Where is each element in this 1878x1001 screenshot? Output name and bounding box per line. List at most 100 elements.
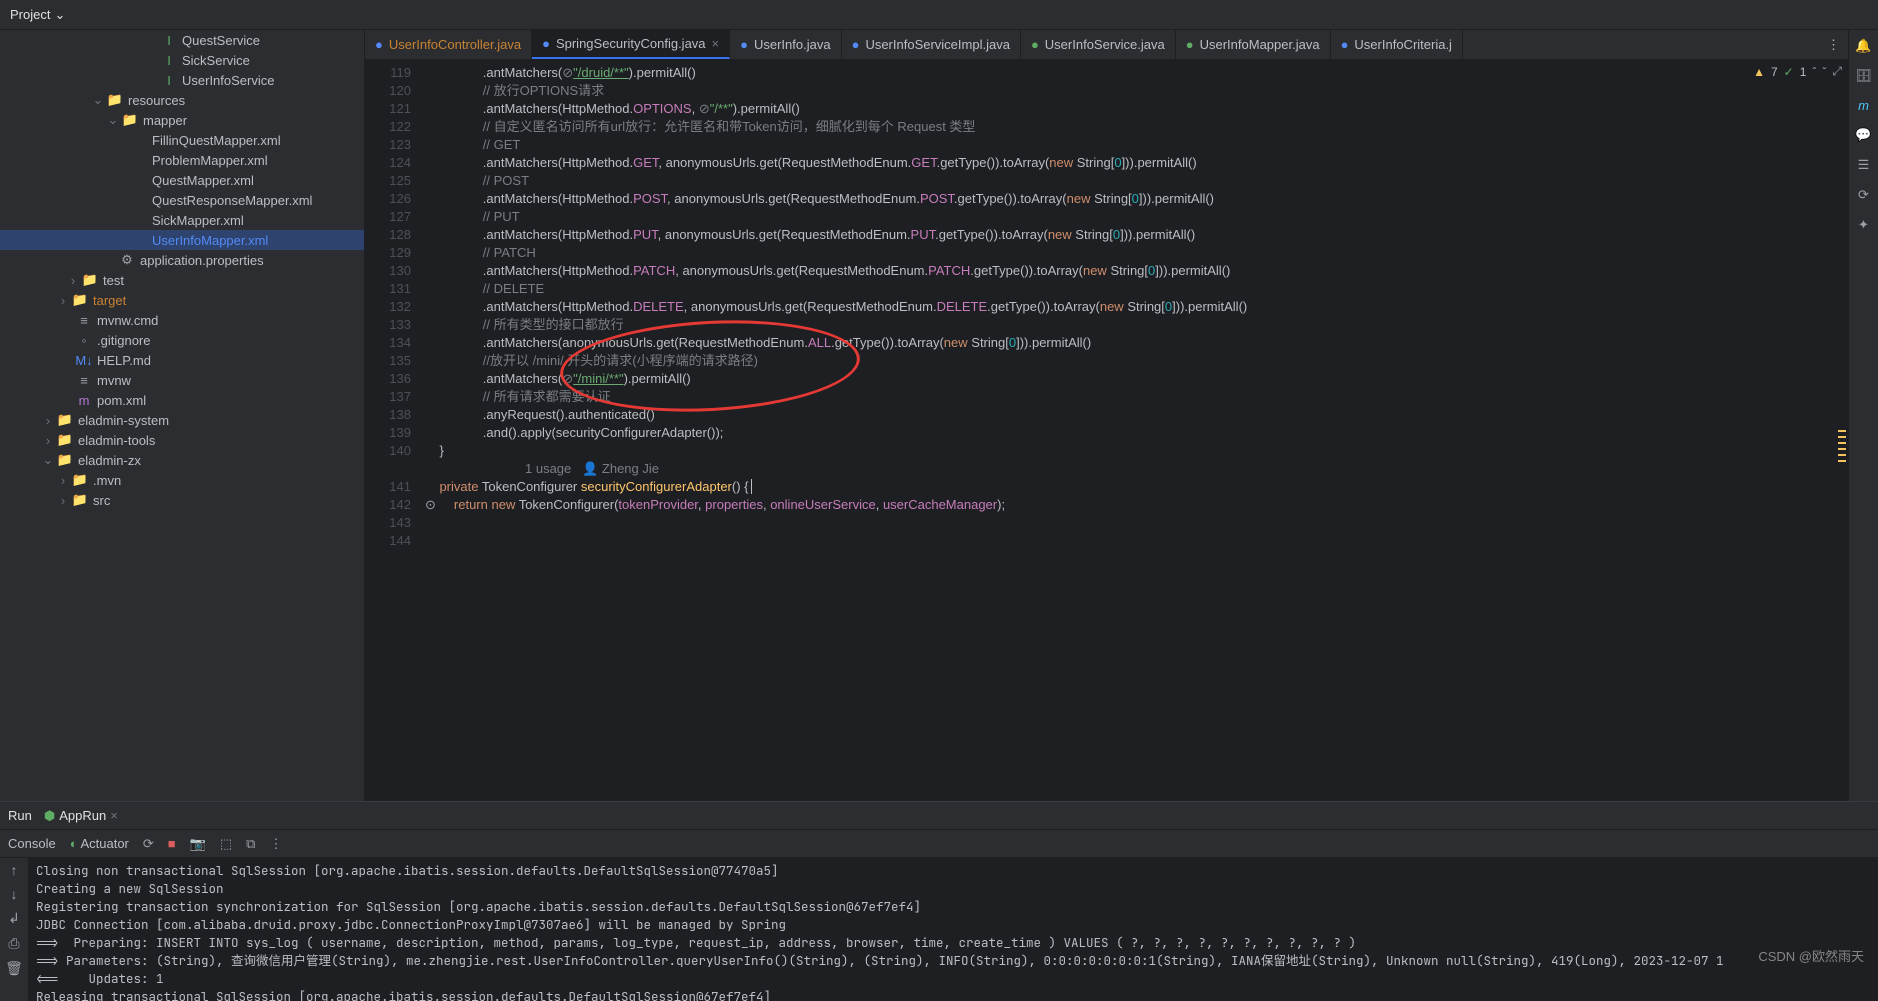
warning-icon[interactable]: ▲ [1753,65,1765,79]
tree-item[interactable]: QuestResponseMapper.xml [0,190,364,210]
clear-icon[interactable]: 🗑 [5,960,23,977]
actuator-tab[interactable]: ◐ Actuator [70,836,129,851]
editor-tab[interactable]: ●UserInfoService.java [1021,30,1176,59]
editor-tab[interactable]: ●UserInfoServiceImpl.java [842,30,1021,59]
right-tool-rail: 🔔 🗄 m 💬 ☰ ⟳ ✦ [1848,30,1878,801]
expand-icon[interactable]: ⤢ [1832,64,1842,79]
class-icon: ● [542,36,550,51]
file-icon: M↓ [75,353,93,368]
file-icon: ⚙ [118,252,136,268]
file-icon: 📁 [71,292,89,308]
class-icon: ● [1186,37,1194,52]
wrap-icon[interactable]: ↲ [8,910,20,927]
endpoints-icon[interactable]: 💬 [1855,127,1871,143]
file-icon: ◦ [75,333,93,348]
editor-tab[interactable]: ● UserInfoCriteria.j [1331,30,1463,59]
tree-item-label: HELP.md [97,353,151,368]
tree-item-label: mvnw.cmd [97,313,158,328]
project-menu-button[interactable]: Project ⌄ [10,7,65,23]
tree-item[interactable]: M↓ HELP.md [0,350,364,370]
tree-item[interactable]: ≡mvnw.cmd [0,310,364,330]
tab-label: UserInfoMapper.java [1200,37,1320,52]
console-gutter: ↑ ↓ ↲ ⎙ 🗑 [0,858,28,1001]
editor-tabs: ●UserInfoController.java ● SpringSecurityC… [365,30,1848,60]
tree-item[interactable]: ›📁eladmin-system [0,410,364,430]
run-tab[interactable]: Run [8,808,32,823]
tree-item[interactable]: ⌄📁mapper [0,110,364,130]
caret-down-icon[interactable]: ˇ [1822,65,1826,79]
tree-item[interactable]: ≡mvnw [0,370,364,390]
editor-tab[interactable]: ●UserInfoController.java [365,30,532,59]
tree-item[interactable]: ›📁.mvn [0,470,364,490]
chevron-right-icon[interactable]: › [55,293,71,308]
chevron-down-icon[interactable]: ⌄ [90,92,106,108]
tree-item-label: ProblemMapper.xml [152,153,268,168]
tree-item[interactable]: FillinQuestMapper.xml [0,130,364,150]
print-icon[interactable]: ⎙ [8,935,19,952]
warning-count: 7 [1771,65,1778,79]
tree-item[interactable]: mpom.xml [0,390,364,410]
tree-item[interactable]: ⌄📁eladmin-zx [0,450,364,470]
project-tree[interactable]: IQuestServiceISickServiceIUserInfoServic… [0,30,365,801]
tree-item-label: application.properties [140,253,264,268]
tree-item[interactable]: ◦.gitignore [0,330,364,350]
editor-tab[interactable]: ● SpringSecurityConfig.java × [532,30,730,59]
editor-tab[interactable]: ●UserInfo.java [730,30,841,59]
chevron-right-icon[interactable]: › [40,433,56,448]
tab-label: UserInfo.java [754,37,831,52]
tree-item[interactable]: ⌄📁resources [0,90,364,110]
close-icon[interactable]: × [110,808,118,823]
maven-icon[interactable]: m [1858,98,1869,113]
layout-icon[interactable]: ⧉ [246,836,255,852]
scroll-down-icon[interactable]: ↓ [11,886,18,902]
aws-icon[interactable]: ☰ [1858,157,1870,173]
tree-item-label: src [93,493,110,508]
chevron-right-icon[interactable]: › [55,473,71,488]
tree-item-label: SickMapper.xml [152,213,244,228]
check-icon[interactable]: ✓ [1784,65,1794,79]
minimap[interactable] [1836,60,1848,801]
chevron-right-icon[interactable]: › [40,413,56,428]
tree-item[interactable]: SickMapper.xml [0,210,364,230]
tree-item[interactable]: ProblemMapper.xml [0,150,364,170]
console-output[interactable]: Closing non transactional SqlSession [or… [28,858,1878,1001]
tab-label: SpringSecurityConfig.java [556,36,706,51]
tree-item[interactable]: ›📁test [0,270,364,290]
console-tab[interactable]: Console [8,836,56,851]
class-icon: ● [1341,37,1349,52]
tree-item[interactable]: ›📁src [0,490,364,510]
code-content[interactable]: .antMatchers(⊘"/druid/**").permitAll() /… [425,60,1848,801]
editor-tab[interactable]: ● UserInfoMapper.java [1176,30,1331,59]
chevron-right-icon[interactable]: › [65,273,81,288]
tree-item[interactable]: IUserInfoService [0,70,364,90]
caret-up-icon[interactable]: ˆ [1812,65,1816,79]
code-editor[interactable]: ▲ 7 ✓ 1 ˆ ˇ ⤢ 11912012112212312412512612… [365,60,1848,801]
chevron-right-icon[interactable]: › [55,493,71,508]
tab-label: UserInfoCriteria.j [1354,37,1452,52]
tree-item[interactable]: QuestMapper.xml [0,170,364,190]
tree-item[interactable]: IQuestService [0,30,364,50]
file-icon: 📁 [56,412,74,428]
tree-item[interactable]: ›📁eladmin-tools [0,430,364,450]
tree-item[interactable]: ⚙ application.properties [0,250,364,270]
beans-icon[interactable]: ✦ [1858,217,1869,233]
rerun-icon[interactable]: ⟳ [143,836,154,852]
chevron-down-icon[interactable]: ⌄ [40,452,56,468]
filter-icon[interactable]: ⬚ [220,836,232,852]
camera-icon[interactable]: 📷 [190,836,206,852]
notifications-icon[interactable]: 🔔 [1855,38,1871,54]
tree-item[interactable]: ISickService [0,50,364,70]
more-icon[interactable]: ⋮ [269,836,282,852]
watermark: CSDN @欧然雨天 [1758,946,1864,965]
scroll-up-icon[interactable]: ↑ [11,862,18,878]
close-icon[interactable]: × [712,36,720,51]
chevron-down-icon[interactable]: ⌄ [105,112,121,128]
stop-icon[interactable]: ■ [168,836,176,851]
apprun-tab[interactable]: ⬢ AppRun × [44,808,118,824]
database-icon[interactable]: 🗄 [1855,68,1872,84]
more-tabs-icon[interactable]: ⋮ [1827,37,1840,53]
docker-icon[interactable]: ⟳ [1858,187,1869,203]
tree-item[interactable]: UserInfoMapper.xml [0,230,364,250]
editor-area: ●UserInfoController.java ● SpringSecurityC… [365,30,1848,801]
tree-item[interactable]: ›📁target [0,290,364,310]
